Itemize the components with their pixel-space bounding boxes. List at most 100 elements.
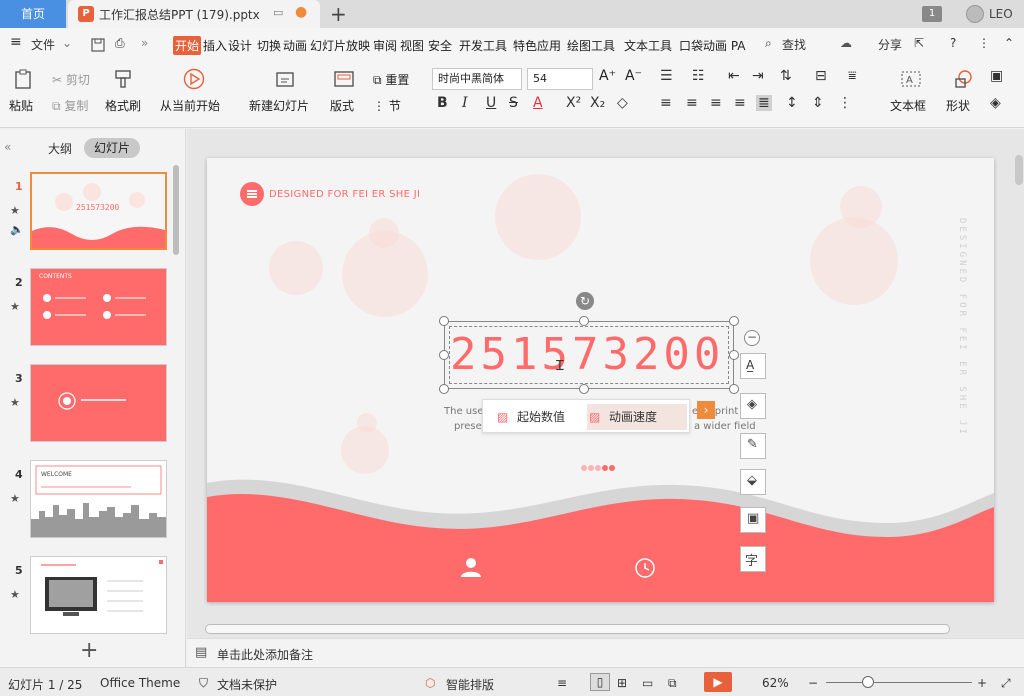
new-slide-icon[interactable] xyxy=(274,68,296,90)
zoom-slider-track[interactable] xyxy=(826,682,972,683)
paste-button[interactable]: 粘贴 xyxy=(9,97,33,114)
presenter-view-icon[interactable]: ⧉ xyxy=(668,676,677,691)
resize-handle[interactable] xyxy=(439,384,449,394)
grow-font-icon[interactable]: A⁺ xyxy=(599,68,616,84)
chevron-down-icon[interactable]: ⌄ xyxy=(62,36,72,50)
resize-handle[interactable] xyxy=(729,350,739,360)
slide-thumbnail[interactable]: WELCOME xyxy=(30,460,167,538)
file-menu[interactable]: 文件 xyxy=(31,36,55,53)
slide[interactable]: DESIGNED FOR FEI ER SHE JI DESIGNED FOR … xyxy=(207,158,994,602)
text-direction-icon[interactable]: ⇅ xyxy=(780,68,792,84)
cloud-icon[interactable]: ☁ xyxy=(840,36,852,50)
textbox-button[interactable]: 文本框 xyxy=(890,97,926,114)
copy-button[interactable]: ⧉ 复制 xyxy=(52,97,88,114)
zoom-in-button[interactable]: + xyxy=(977,676,987,690)
slide-thumbnail[interactable] xyxy=(30,364,167,442)
font-color-icon[interactable]: A xyxy=(533,95,543,111)
character-icon[interactable]: 字 xyxy=(740,546,766,572)
anim-speed-button[interactable]: ▨ 动画速度 xyxy=(587,404,687,430)
fit-window-icon[interactable]: ⤢ xyxy=(1001,676,1011,691)
italic-icon[interactable]: I xyxy=(462,95,468,111)
start-value-button[interactable]: ▨ 起始数值 xyxy=(495,404,587,430)
decrease-indent-icon[interactable]: ⇤ xyxy=(728,68,740,84)
home-tab[interactable]: 首页 xyxy=(0,0,66,28)
body-text[interactable]: a wider field xyxy=(694,421,756,432)
tab-animation[interactable]: 动画 xyxy=(283,37,307,54)
search-button[interactable]: 查找 xyxy=(782,36,806,53)
arrange-icon[interactable]: ◈ xyxy=(990,95,1001,111)
body-text[interactable]: The use xyxy=(444,406,483,417)
slide-thumbnail[interactable]: CONTENTS xyxy=(30,268,167,346)
next-arrow-button[interactable]: › xyxy=(697,401,715,419)
tab-features[interactable]: 特色应用 xyxy=(513,37,561,54)
align-left-icon[interactable]: ≡ xyxy=(660,95,672,111)
more-icon[interactable]: ⋮ xyxy=(978,36,990,50)
protection-status[interactable]: 文档未保护 xyxy=(217,676,277,693)
export-icon[interactable]: ⇱ xyxy=(914,36,924,50)
align-text-icon[interactable]: ⊟ xyxy=(815,68,827,84)
collapse-tools-icon[interactable]: − xyxy=(744,330,760,346)
play-icon[interactable] xyxy=(183,68,205,90)
outline-icon[interactable]: ▣ xyxy=(740,507,766,533)
new-tab-button[interactable]: + xyxy=(330,2,347,26)
tab-drawing-tools[interactable]: 绘图工具 xyxy=(567,37,615,54)
help-icon[interactable]: ? xyxy=(950,36,956,50)
slide-brand-text[interactable]: DESIGNED FOR FEI ER SHE JI xyxy=(269,189,420,200)
horizontal-scrollbar[interactable] xyxy=(205,624,950,634)
zoom-out-button[interactable]: − xyxy=(808,676,818,690)
numbered-list-icon[interactable]: ☷ xyxy=(692,68,705,84)
new-slide-button[interactable]: 新建幻灯片 xyxy=(249,97,309,114)
distribute-icon[interactable]: ≣ xyxy=(756,95,772,111)
pen-icon[interactable]: ✎ xyxy=(740,433,766,459)
tab-slides[interactable]: 幻灯片 xyxy=(84,138,140,158)
format-painter-button[interactable]: 格式刷 xyxy=(105,97,141,114)
cut-button[interactable]: ✂ 剪切 xyxy=(52,71,90,88)
notes-pane[interactable]: ▤ 单击此处添加备注 xyxy=(187,638,1024,667)
subscript-icon[interactable]: X₂ xyxy=(590,95,605,111)
convert-icon[interactable]: ⩸ xyxy=(848,68,857,84)
vertical-scrollbar[interactable] xyxy=(1015,155,1023,185)
document-tab[interactable]: P 工作汇报总结PPT (179).pptx ▭ ● xyxy=(68,0,320,28)
reset-button[interactable]: ⧉ 重置 xyxy=(373,71,409,88)
layout-button[interactable]: 版式 xyxy=(330,97,354,114)
layout-icon[interactable] xyxy=(333,68,355,90)
monitor-icon[interactable]: ▭ xyxy=(273,6,283,19)
picture-icon[interactable]: ▣ xyxy=(990,68,1003,84)
user-name[interactable]: LEO xyxy=(989,7,1013,21)
window-count-badge[interactable]: 1 xyxy=(922,6,942,22)
paragraph-spacing-icon[interactable]: ⇕ xyxy=(812,95,824,111)
bullet-list-icon[interactable]: ☰ xyxy=(660,68,673,84)
font-name-select[interactable]: 时尚中黑简体 xyxy=(432,68,522,90)
text-effect-icon[interactable]: A̲ xyxy=(740,353,766,379)
sorter-view-icon[interactable]: ⊞ xyxy=(617,676,627,690)
tab-view[interactable]: 视图 xyxy=(400,37,424,54)
smart-layout-button[interactable]: 智能排版 xyxy=(446,676,494,693)
justify-icon[interactable]: ≡ xyxy=(734,95,746,111)
play-slideshow-button[interactable]: ▶ xyxy=(704,672,732,692)
notes-placeholder[interactable]: 单击此处添加备注 xyxy=(217,646,313,663)
zoom-level[interactable]: 62% xyxy=(762,676,789,690)
tab-review[interactable]: 审阅 xyxy=(373,37,397,54)
resize-handle[interactable] xyxy=(729,384,739,394)
bold-icon[interactable]: B xyxy=(437,95,448,111)
collapse-panel-icon[interactable]: « xyxy=(4,140,11,154)
print-icon[interactable]: ⎙ xyxy=(115,36,125,51)
add-slide-button[interactable]: + xyxy=(80,638,98,663)
increase-indent-icon[interactable]: ⇥ xyxy=(752,68,764,84)
tab-transition[interactable]: 切换 xyxy=(257,37,281,54)
tab-text-tools[interactable]: 文本工具 xyxy=(624,37,672,54)
theme-name[interactable]: Office Theme xyxy=(100,676,180,690)
zoom-slider-thumb[interactable] xyxy=(862,676,874,688)
collapse-ribbon-icon[interactable]: ⌃ xyxy=(1004,36,1014,50)
slide-canvas[interactable]: DESIGNED FOR FEI ER SHE JI DESIGNED FOR … xyxy=(187,129,1024,638)
tab-insert[interactable]: 插入 xyxy=(203,37,227,54)
tab-slideshow[interactable]: 幻灯片放映 xyxy=(310,37,370,54)
format-painter-icon[interactable] xyxy=(112,68,134,90)
from-current-button[interactable]: 从当前开始 xyxy=(160,97,220,114)
font-size-select[interactable]: 54 xyxy=(527,68,593,90)
tab-developer[interactable]: 开发工具 xyxy=(459,37,507,54)
align-right-icon[interactable]: ≡ xyxy=(710,95,722,111)
tab-home[interactable]: 开始 xyxy=(173,36,202,55)
avatar[interactable] xyxy=(966,5,984,23)
layers-icon[interactable]: ◈ xyxy=(740,393,766,419)
